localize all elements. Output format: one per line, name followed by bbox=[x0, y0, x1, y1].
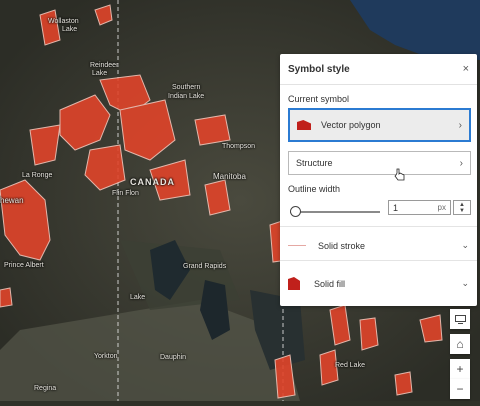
stroke-swatch-icon bbox=[288, 245, 306, 246]
map-label-manitoba: Manitoba bbox=[213, 172, 246, 181]
map-label-indian-lake: Indian Lake bbox=[168, 93, 205, 100]
chevron-right-icon: › bbox=[458, 119, 462, 131]
zoom-out-button[interactable]: − bbox=[450, 379, 470, 399]
panel-title: Symbol style bbox=[288, 63, 350, 75]
current-symbol-value: Vector polygon bbox=[321, 120, 381, 130]
symbol-style-panel: Symbol style × Current symbol Vector pol… bbox=[280, 54, 477, 306]
home-icon: ⌂ bbox=[456, 337, 464, 351]
home-button[interactable]: ⌂ bbox=[450, 334, 470, 354]
polygon-swatch-icon bbox=[297, 120, 311, 130]
solid-fill-row[interactable]: Solid fill ⌄ bbox=[280, 260, 477, 306]
map-label-lake: Lake bbox=[130, 294, 146, 301]
monitor-icon bbox=[454, 314, 466, 324]
fill-swatch-icon bbox=[288, 277, 300, 290]
chevron-down-icon: ⌄ bbox=[461, 278, 469, 288]
current-symbol-label: Current symbol bbox=[288, 94, 350, 104]
outline-width-input[interactable]: 1 px bbox=[388, 200, 451, 215]
current-symbol-button[interactable]: Vector polygon › bbox=[288, 108, 471, 142]
map-label-reindeer-lake: Lake bbox=[92, 70, 108, 77]
slider-track bbox=[290, 211, 380, 213]
solid-stroke-label: Solid stroke bbox=[318, 240, 366, 251]
screen-icon[interactable] bbox=[450, 309, 470, 329]
panel-header: Symbol style × bbox=[280, 54, 477, 85]
solid-fill-label: Solid fill bbox=[314, 278, 346, 289]
map-label-red-lake: Red Lake bbox=[335, 362, 365, 369]
map-label-prince-albert: Prince Albert bbox=[4, 262, 44, 269]
map-label-la-ronge: La Ronge bbox=[22, 172, 53, 179]
chevron-down-icon: ⌄ bbox=[461, 240, 469, 250]
map-label-flin-flon: Flin Flon bbox=[112, 190, 139, 197]
map-label-regina: Regina bbox=[34, 385, 57, 392]
cursor-icon bbox=[394, 168, 405, 181]
zoom-in-icon: + bbox=[456, 362, 464, 376]
close-icon[interactable]: × bbox=[463, 63, 469, 75]
outline-width-value: 1 bbox=[393, 202, 399, 213]
structure-label: Structure bbox=[296, 158, 333, 168]
outline-width-label: Outline width bbox=[288, 184, 341, 194]
outline-width-slider[interactable] bbox=[290, 206, 380, 218]
map-label-grand-rapids: Grand Rapids bbox=[183, 263, 227, 270]
map-label-saskatchewan: hewan bbox=[0, 196, 24, 205]
map-label-yorkton: Yorkton bbox=[94, 353, 118, 360]
chevron-right-icon: › bbox=[459, 157, 463, 169]
slider-handle[interactable] bbox=[290, 206, 301, 217]
zoom-out-icon: − bbox=[456, 382, 464, 396]
map-label-wollaston: Wollaston bbox=[48, 18, 79, 25]
stepper-down-icon[interactable]: ▼ bbox=[459, 208, 465, 214]
outline-width-stepper[interactable]: ▲ ▼ bbox=[453, 200, 471, 215]
structure-button[interactable]: Structure › bbox=[288, 151, 471, 175]
zoom-in-button[interactable]: + bbox=[450, 359, 470, 379]
map-label-canada: CANADA bbox=[130, 177, 175, 187]
map-label-dauphin: Dauphin bbox=[160, 354, 187, 361]
outline-width-unit: px bbox=[437, 203, 446, 212]
solid-stroke-row[interactable]: Solid stroke ⌄ bbox=[280, 226, 477, 264]
map-label-reindeer: Reindeer bbox=[90, 62, 119, 69]
map-label-thompson: Thompson bbox=[222, 143, 256, 150]
map-label-wollaston-lake: Lake bbox=[62, 26, 78, 33]
map-label-southern: Southern bbox=[172, 84, 201, 91]
